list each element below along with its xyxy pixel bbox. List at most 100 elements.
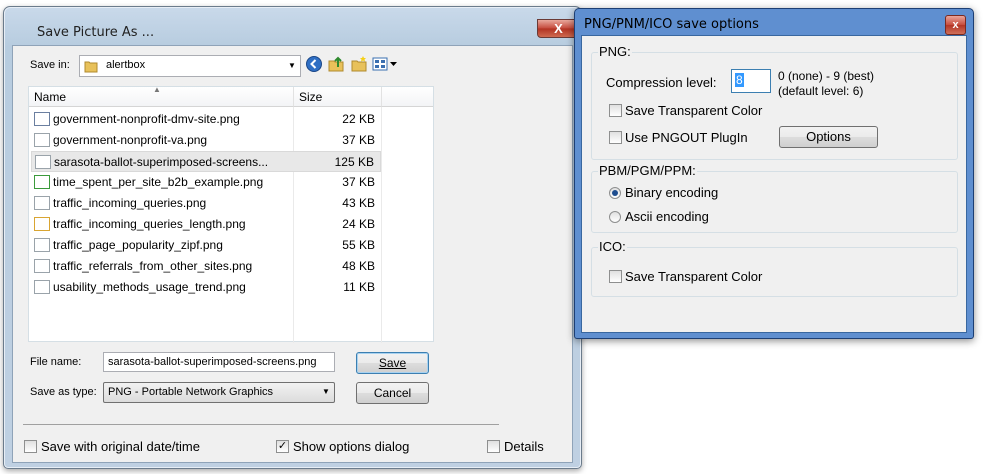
ascii-encoding-label: Ascii encoding (625, 209, 709, 224)
compression-label: Compression level: (606, 75, 717, 90)
save-in-label: Save in: (30, 59, 70, 71)
chevron-down-icon[interactable]: ▼ (286, 59, 298, 73)
file-size: 43 KB (342, 196, 375, 210)
file-row[interactable]: traffic_incoming_queries.png 43 KB (31, 193, 381, 214)
file-size: 37 KB (342, 175, 375, 189)
save-in-combo[interactable]: alertbox ▼ (79, 55, 301, 77)
chevron-down-icon: ▼ (322, 387, 330, 396)
pnm-group-label: PBM/PGM/PPM: (598, 163, 697, 178)
folder-icon (84, 61, 98, 73)
details-label: Details (504, 439, 544, 454)
back-icon[interactable] (305, 55, 323, 73)
original-date-checkbox[interactable] (24, 440, 37, 453)
column-size-label: Size (299, 90, 323, 104)
column-header-empty (382, 87, 433, 107)
png-file-icon (34, 280, 50, 294)
png-file-icon (34, 238, 50, 252)
options-button-label: Options (806, 129, 851, 144)
file-name: government-nonprofit-va.png (53, 133, 208, 147)
ico-transparent-label: Save Transparent Color (625, 269, 763, 284)
file-name: traffic_incoming_queries_length.png (53, 217, 246, 231)
file-name: traffic_incoming_queries.png (53, 196, 207, 210)
pngout-checkbox[interactable] (609, 131, 622, 144)
up-folder-icon[interactable] (327, 55, 345, 73)
file-list[interactable]: ▲ Name Size government-nonprofit-dmv-sit… (28, 85, 434, 343)
file-name: government-nonprofit-dmv-site.png (53, 112, 240, 126)
file-name: traffic_page_popularity_zipf.png (53, 238, 223, 252)
save-type-label: Save as type: (30, 386, 97, 398)
save-in-value: alertbox (106, 59, 146, 71)
new-folder-icon[interactable] (350, 55, 368, 73)
compression-hint-default: (default level: 6) (778, 84, 864, 98)
view-menu-icon[interactable] (372, 55, 400, 73)
file-row[interactable]: government-nonprofit-dmv-site.png 22 KB (31, 109, 381, 130)
save-picture-dialog: Save Picture As ... X Save in: alertbox … (3, 6, 582, 469)
ascii-encoding-radio[interactable] (609, 211, 621, 223)
options-close-button[interactable]: x (945, 15, 966, 35)
file-row[interactable]: government-nonprofit-va.png 37 KB (31, 130, 381, 151)
png-transparent-checkbox[interactable] (609, 104, 622, 117)
png-file-icon (34, 175, 50, 189)
png-file-icon (34, 259, 50, 273)
png-transparent-label: Save Transparent Color (625, 103, 763, 118)
png-file-icon (34, 133, 50, 147)
save-in-label-text: Save in: (30, 59, 70, 71)
original-date-label: Save with original date/time (41, 439, 200, 454)
file-name-input[interactable]: sarasota-ballot-superimposed-screens.png (103, 352, 335, 372)
png-file-icon (35, 155, 51, 169)
dialog-client-area: Save in: alertbox ▼ ▲ Name Size governme… (12, 45, 573, 463)
cancel-button-label: Cancel (373, 386, 412, 400)
ico-transparent-checkbox[interactable] (609, 270, 622, 283)
pngout-label: Use PNGOUT PlugIn (625, 130, 748, 145)
options-client-area: PNG: Compression level: 8 0 (none) - 9 (… (581, 35, 967, 333)
close-icon: X (554, 21, 563, 36)
save-button-label: Save (378, 356, 407, 370)
file-size: 125 KB (334, 155, 374, 169)
file-row[interactable]: time_spent_per_site_b2b_example.png 37 KB (31, 172, 381, 193)
compression-hint-range: 0 (none) - 9 (best) (778, 69, 875, 83)
column-divider (381, 107, 382, 343)
file-row[interactable]: traffic_referrals_from_other_sites.png 48… (31, 256, 381, 277)
file-name: traffic_referrals_from_other_sites.png (53, 259, 253, 273)
binary-encoding-label: Binary encoding (625, 185, 719, 200)
file-size: 48 KB (342, 259, 375, 273)
column-header-name[interactable]: ▲ Name (29, 85, 294, 107)
show-options-label: Show options dialog (293, 439, 410, 454)
separator (23, 424, 499, 425)
compression-input[interactable]: 8 (731, 69, 771, 93)
png-options-dialog: PNG/PNM/ICO save options x PNG: Compress… (574, 8, 974, 339)
options-dialog-title: PNG/PNM/ICO save options (584, 17, 759, 32)
file-size: 24 KB (342, 217, 375, 231)
column-name-label: Name (34, 90, 67, 104)
column-header-size[interactable]: Size (294, 87, 382, 107)
file-row[interactable]: usability_methods_usage_trend.png 11 KB (31, 277, 381, 298)
file-name: sarasota-ballot-superimposed-screens... (54, 155, 269, 169)
file-name: usability_methods_usage_trend.png (53, 280, 246, 294)
file-size: 11 KB (343, 280, 375, 294)
binary-encoding-radio[interactable] (609, 187, 621, 199)
file-size: 22 KB (342, 112, 375, 126)
png-file-icon (34, 196, 50, 210)
file-name-label: File name: (30, 356, 82, 368)
save-button[interactable]: Save (356, 352, 429, 374)
details-checkbox[interactable] (487, 440, 500, 453)
file-row[interactable]: traffic_page_popularity_zipf.png 55 KB (31, 235, 381, 256)
save-type-value: PNG - Portable Network Graphics (108, 386, 274, 398)
file-row[interactable]: sarasota-ballot-superimposed-screens... 1… (31, 151, 381, 172)
cancel-button[interactable]: Cancel (356, 382, 429, 404)
file-row[interactable]: traffic_incoming_queries_length.png 24 KB (31, 214, 381, 235)
dialog-title: Save Picture As ... (37, 25, 155, 40)
save-type-select[interactable]: PNG - Portable Network Graphics ▼ (103, 382, 335, 403)
png-group-label: PNG: (598, 44, 632, 59)
options-button[interactable]: Options (779, 126, 878, 148)
close-icon: x (952, 19, 959, 31)
check-icon: ✓ (277, 440, 288, 452)
file-name: time_spent_per_site_b2b_example.png (53, 175, 264, 189)
sort-ascending-icon: ▲ (153, 85, 161, 94)
png-file-icon (34, 217, 50, 231)
file-size: 55 KB (342, 238, 375, 252)
show-options-checkbox[interactable]: ✓ (276, 440, 289, 453)
ico-group-label: ICO: (598, 239, 627, 254)
file-size: 37 KB (342, 133, 375, 147)
png-file-icon (34, 112, 50, 126)
